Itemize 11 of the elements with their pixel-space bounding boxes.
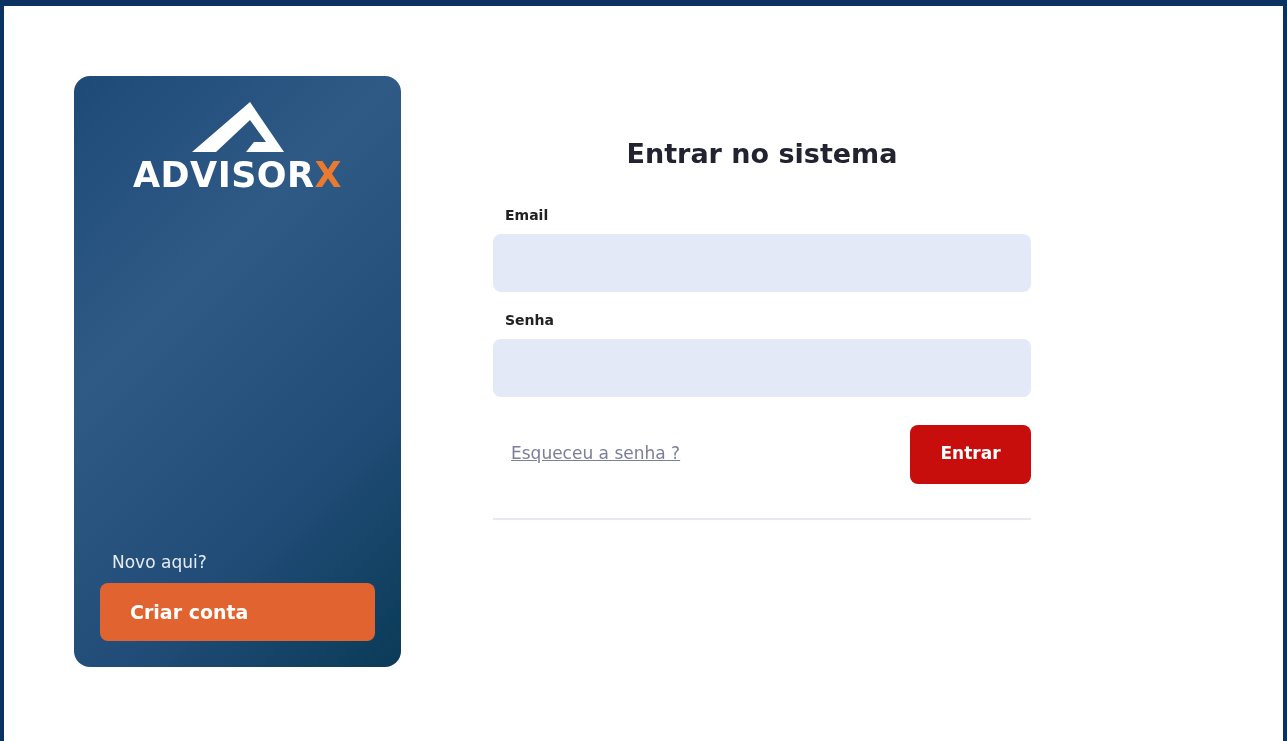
input-field[interactable] — [493, 233, 1031, 292]
roof-logo-icon — [191, 102, 284, 152]
forgot-password-link[interactable]: Esqueceu a senha ? — [511, 441, 681, 467]
input-field[interactable] — [493, 338, 1031, 397]
create-account-button[interactable]: Criar conta — [100, 583, 375, 641]
login-button[interactable]: Entrar — [910, 424, 1031, 484]
signup-prompt: Novo aqui? — [112, 550, 207, 574]
field-label: Senha — [505, 310, 555, 330]
logo-text: ADVISORX — [132, 158, 343, 193]
form-title: Entrar no sistema — [625, 137, 899, 171]
field-label: Email — [505, 205, 550, 225]
